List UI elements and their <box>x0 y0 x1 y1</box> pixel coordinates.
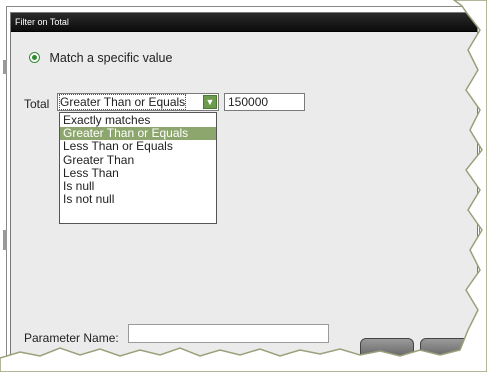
torn-edge-frame <box>0 0 487 372</box>
